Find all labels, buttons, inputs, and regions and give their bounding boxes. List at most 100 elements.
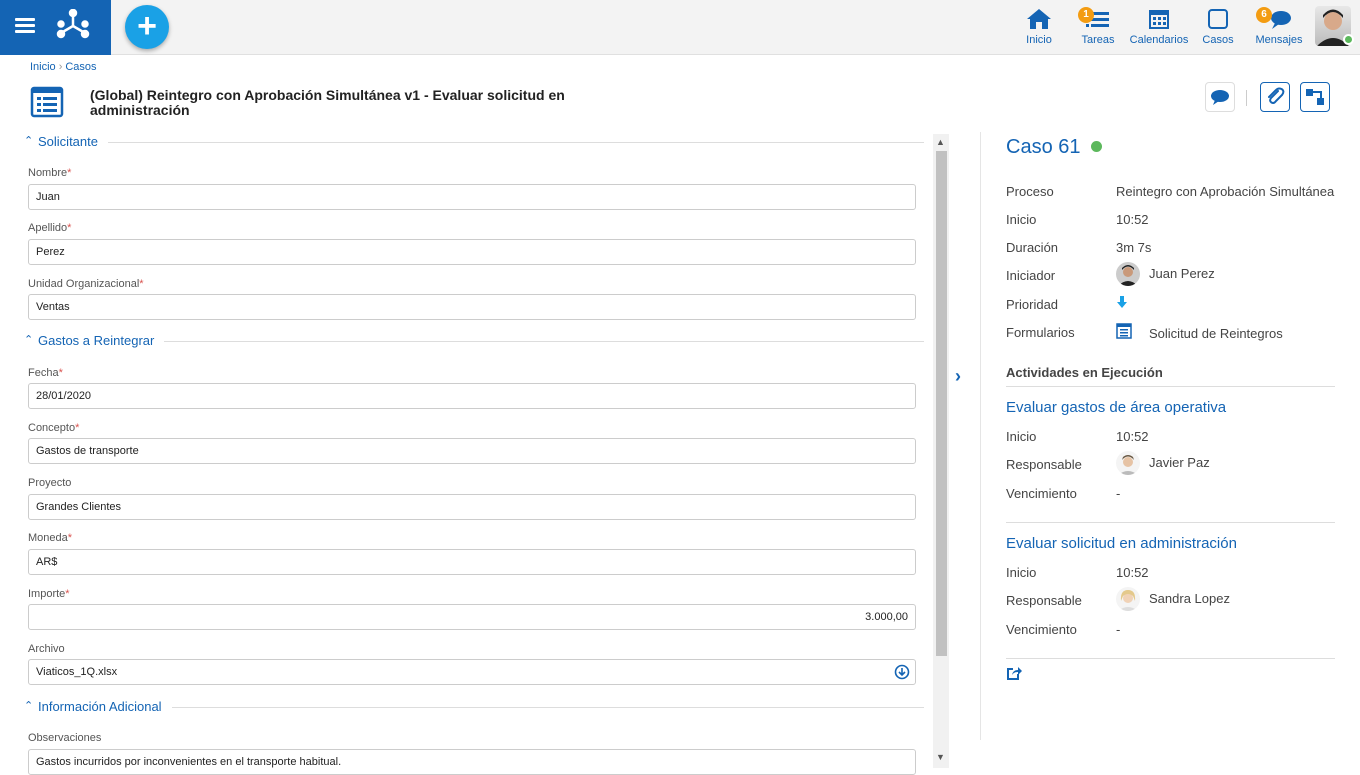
nav-label: Mensajes	[1255, 34, 1303, 46]
download-icon[interactable]	[894, 664, 910, 680]
field-label-unidad: Unidad Organizacional*	[28, 278, 144, 290]
comment-icon	[1211, 90, 1229, 105]
prioridad-label: Prioridad	[1006, 297, 1059, 312]
proceso-label: Proceso	[1006, 184, 1054, 199]
iniciador-label: Iniciador	[1006, 268, 1056, 283]
process-map-button[interactable]	[1300, 82, 1330, 112]
activity-vencimiento-label: Vencimiento	[1006, 622, 1077, 637]
case-title: Caso 61	[1006, 136, 1081, 158]
formularios-label: Formularios	[1006, 325, 1075, 340]
proceso-value: Reintegro con Aprobación Simultánea	[1116, 184, 1335, 199]
nav-label: Tareas	[1081, 34, 1115, 46]
chevron-up-icon[interactable]: ⌃	[24, 333, 33, 346]
section-title: Información Adicional	[38, 699, 172, 714]
section-gastos[interactable]: ⌃ Gastos a Reintegrar	[24, 333, 924, 351]
inicio-label: Inicio	[1006, 212, 1037, 227]
nav-casos[interactable]: Casos	[1199, 0, 1237, 55]
add-button[interactable]: +	[125, 5, 169, 49]
section-title: Gastos a Reintegrar	[38, 333, 165, 348]
responsable-avatar[interactable]	[1116, 587, 1140, 611]
moneda-field[interactable]: AR$	[28, 549, 916, 575]
section-divider	[38, 142, 924, 143]
activity-inicio-value: 10:52	[1116, 429, 1149, 444]
breadcrumb-current[interactable]: Casos	[65, 61, 96, 73]
chevron-up-icon[interactable]: ⌃	[24, 134, 33, 147]
calendar-icon	[1149, 10, 1169, 29]
nav-inicio[interactable]: Inicio	[1020, 0, 1058, 55]
home-icon	[1027, 9, 1051, 29]
activity-vencimiento-value: -	[1116, 486, 1121, 501]
scroll-down-icon[interactable]: ▼	[936, 752, 945, 762]
activity-title[interactable]: Evaluar gastos de área operativa	[1006, 399, 1226, 416]
observaciones-field[interactable]: Gastos incurridos por inconvenientes en …	[28, 749, 916, 775]
field-label-importe: Importe*	[28, 588, 70, 600]
archivo-field[interactable]: Viaticos_1Q.xlsx	[28, 659, 916, 685]
scroll-up-icon[interactable]: ▲	[936, 137, 945, 147]
activity-vencimiento-value: -	[1116, 622, 1121, 637]
proyecto-field[interactable]: Grandes Clientes	[28, 494, 916, 520]
nav-mensajes[interactable]: 6 Mensajes	[1254, 0, 1304, 55]
duracion-label: Duración	[1006, 240, 1059, 255]
nav-calendarios[interactable]: Calendarios	[1128, 0, 1190, 55]
inicio-value: 10:52	[1116, 212, 1149, 227]
divider	[1006, 658, 1335, 659]
share-icon[interactable]	[1006, 665, 1022, 681]
priority-low-icon	[1117, 296, 1127, 308]
responsable-avatar[interactable]	[1116, 451, 1140, 475]
comments-button[interactable]	[1205, 82, 1235, 112]
field-label-nombre: Nombre*	[28, 167, 72, 179]
archivo-filename[interactable]: Viaticos_1Q.xlsx	[36, 666, 117, 678]
activity-title[interactable]: Evaluar solicitud en administración	[1006, 535, 1237, 552]
breadcrumb: Inicio › Casos	[30, 61, 97, 73]
divider	[1006, 522, 1335, 523]
process-map-icon	[1306, 89, 1324, 105]
form-icon	[1116, 323, 1132, 339]
activity-inicio-value: 10:52	[1116, 565, 1149, 580]
activity-responsable-name[interactable]: Javier Paz	[1149, 455, 1210, 470]
nombre-field[interactable]: Juan	[28, 184, 916, 210]
unidad-field[interactable]: Ventas	[28, 294, 916, 320]
panel-divider	[980, 132, 981, 740]
section-title: Solicitante	[38, 134, 108, 149]
iniciador-name[interactable]: Juan Perez	[1149, 266, 1215, 281]
duracion-value: 3m 7s	[1116, 240, 1152, 255]
collapse-panel-icon[interactable]: ›	[955, 366, 961, 387]
activity-responsable-name[interactable]: Sandra Lopez	[1149, 591, 1230, 606]
iniciador-avatar[interactable]	[1116, 262, 1140, 286]
tasks-badge: 1	[1078, 7, 1094, 23]
section-divider	[38, 341, 924, 342]
field-label-apellido: Apellido*	[28, 222, 72, 234]
apellido-field[interactable]: Perez	[28, 239, 916, 265]
divider	[1006, 386, 1335, 387]
logo-icon[interactable]	[56, 9, 90, 41]
nav-tareas[interactable]: 1 Tareas	[1078, 0, 1118, 55]
fecha-field[interactable]: 28/01/2020	[28, 383, 916, 409]
toolbar-divider	[1246, 90, 1247, 106]
paperclip-icon	[1268, 87, 1285, 104]
activity-inicio-label: Inicio	[1006, 429, 1037, 444]
activity-responsable-label: Responsable	[1006, 593, 1082, 608]
page-title: (Global) Reintegro con Aprobación Simult…	[90, 87, 565, 118]
attachments-button[interactable]	[1260, 82, 1290, 112]
breadcrumb-home[interactable]: Inicio	[30, 61, 56, 73]
nav-label: Calendarios	[1129, 34, 1189, 46]
section-informacion-adicional[interactable]: ⌃ Información Adicional	[24, 699, 924, 717]
brand-area	[0, 0, 111, 55]
nav-label: Inicio	[1026, 34, 1052, 46]
messages-badge: 6	[1256, 7, 1272, 23]
concepto-field[interactable]: Gastos de transporte	[28, 438, 916, 464]
scrollbar-thumb[interactable]	[936, 151, 947, 656]
field-label-proyecto: Proyecto	[28, 477, 72, 489]
menu-icon[interactable]	[15, 18, 35, 34]
formularios-link[interactable]: Solicitud de Reintegros	[1149, 326, 1283, 341]
importe-field[interactable]: 3.000,00	[28, 604, 916, 630]
activities-heading: Actividades en Ejecución	[1006, 365, 1163, 380]
nav-label: Casos	[1202, 34, 1234, 46]
section-solicitante[interactable]: ⌃ Solicitante	[24, 134, 924, 152]
form-icon	[30, 86, 64, 118]
activity-vencimiento-label: Vencimiento	[1006, 486, 1077, 501]
case-status-dot	[1091, 141, 1102, 152]
field-label-concepto: Concepto*	[28, 422, 80, 434]
field-label-archivo: Archivo	[28, 643, 65, 655]
chevron-up-icon[interactable]: ⌃	[24, 699, 33, 712]
